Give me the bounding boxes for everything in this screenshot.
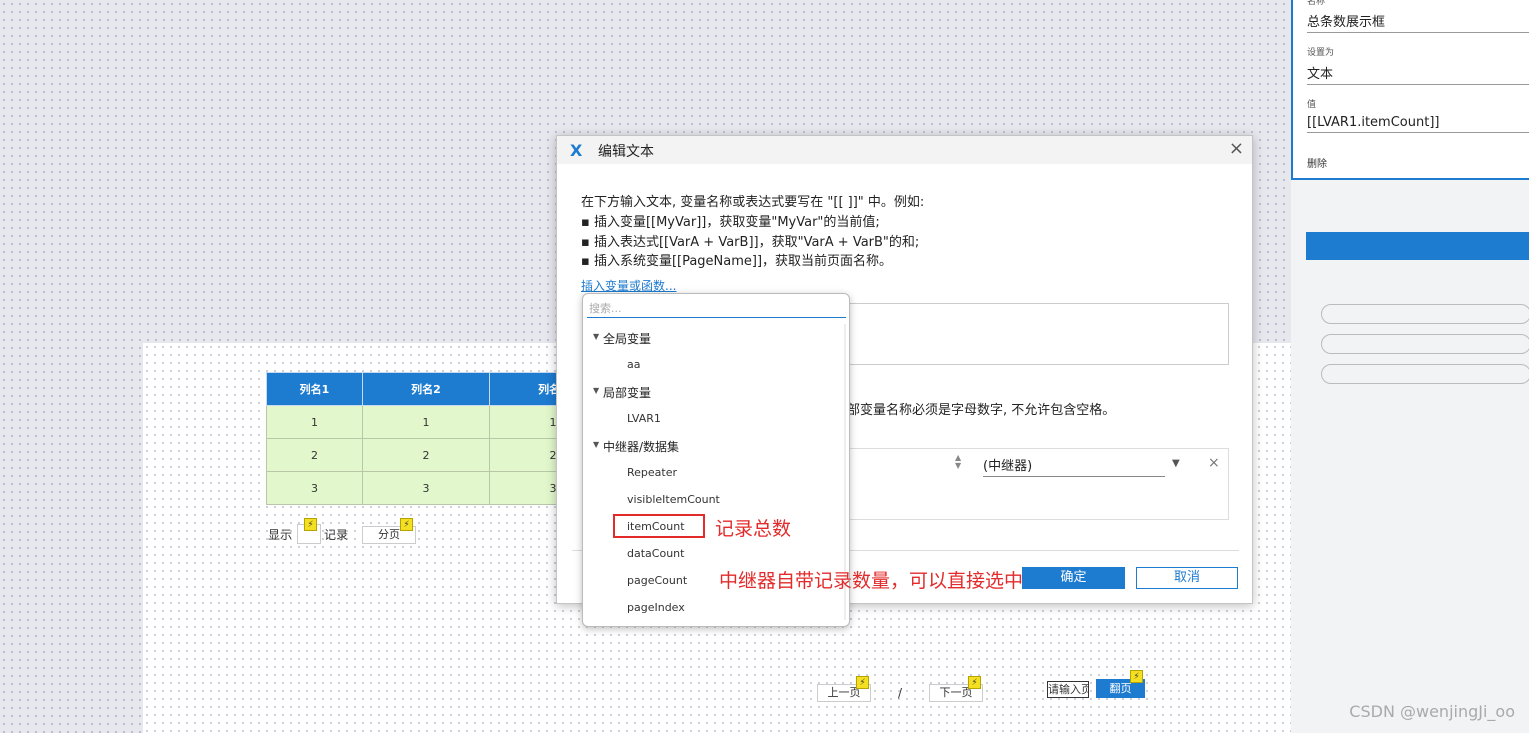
set-text-action-card[interactable]: 名称 总条数展示框 设置为 文本 值 [[LVAR1.itemCount]] 删…: [1291, 0, 1529, 180]
instruction-line: 在下方输入文本, 变量名称或表达式要写在 "[[ ]]" 中。例如:: [581, 195, 925, 210]
local-variable-note: 部变量名称必须是字母数字, 不允许包含空格。: [847, 403, 1116, 418]
table-cell: 3: [362, 471, 490, 505]
value-label: 值: [1307, 100, 1317, 110]
annotation-repeater-note: 中继器自带记录数量，可以直接选中: [719, 570, 1024, 592]
spin-arrows-icon[interactable]: ▲ ▼: [955, 454, 961, 470]
table-cell: 3: [266, 471, 363, 505]
tree-item[interactable]: pageIndex: [627, 601, 685, 614]
tree-group-local[interactable]: ▼ 局部变量: [593, 384, 652, 401]
page-number-input[interactable]: 请输入页: [1047, 681, 1089, 698]
annotation-record-total: 记录总数: [715, 518, 792, 540]
watermark: CSDN @wenjingJi_oo: [1349, 702, 1515, 721]
table-cell: 2: [266, 438, 363, 472]
dialog-title: 编辑文本: [598, 144, 654, 160]
right-properties-panel: 名称 总条数展示框 设置为 文本 值 [[LVAR1.itemCount]] 删…: [1291, 0, 1529, 733]
search-input[interactable]: [587, 300, 846, 318]
set-as-label: 设置为: [1307, 48, 1335, 58]
instruction-line: ▪ 插入表达式[[VarA + VarB]]，获取"VarA + VarB"的和…: [581, 235, 920, 250]
option-pill[interactable]: [1321, 334, 1529, 354]
tree-item[interactable]: visibleItemCount: [627, 493, 720, 506]
record-label: 记录: [324, 528, 349, 542]
chevron-down-icon[interactable]: ▼: [1172, 458, 1180, 469]
tree-group-label: 局部变量: [603, 386, 652, 400]
close-icon[interactable]: ×: [1208, 455, 1220, 471]
tree-item[interactable]: LVAR1: [627, 412, 661, 425]
lightning-icon: ⚡: [1130, 670, 1143, 683]
caret-down-icon: ▼: [593, 332, 600, 341]
close-icon[interactable]: ×: [1229, 138, 1244, 159]
tree-group-label: 中继器/数据集: [603, 440, 680, 454]
tree-item[interactable]: Repeater: [627, 466, 677, 479]
axure-logo-icon: X: [570, 141, 583, 160]
delete-link[interactable]: 删除: [1307, 155, 1327, 170]
insert-variable-link[interactable]: 插入变量或函数...: [581, 277, 676, 294]
option-pill[interactable]: [1321, 364, 1529, 384]
tree-item[interactable]: dataCount: [627, 547, 684, 560]
tree-group-global[interactable]: ▼ 全局变量: [593, 330, 652, 347]
tree-group-label: 全局变量: [603, 332, 652, 346]
table-header-cell[interactable]: 列名2: [362, 372, 490, 406]
cancel-button[interactable]: 取消: [1136, 567, 1238, 589]
value-field[interactable]: [[LVAR1.itemCount]]: [1307, 115, 1529, 133]
highlight-box: [613, 514, 705, 538]
instruction-line: ▪ 插入系统变量[[PageName]]，获取当前页面名称。: [581, 254, 893, 269]
show-label: 显示: [268, 528, 293, 542]
text-editor-area[interactable]: [847, 303, 1229, 365]
repeater-select[interactable]: (中继器): [983, 455, 1165, 477]
table-cell: 2: [362, 438, 490, 472]
caret-down-icon: ▼: [593, 386, 600, 395]
lightning-icon: ⚡: [968, 676, 981, 689]
lightning-icon: ⚡: [304, 518, 317, 531]
table-header-cell[interactable]: 列名1: [266, 372, 363, 406]
primary-action-bar[interactable]: [1306, 232, 1529, 260]
tree-group-repeater[interactable]: ▼ 中继器/数据集: [593, 438, 680, 455]
tree-item[interactable]: pageCount: [627, 574, 687, 587]
name-field[interactable]: 总条数展示框: [1307, 11, 1529, 33]
instruction-line: ▪ 插入变量[[MyVar]]，获取变量"MyVar"的当前值;: [581, 215, 880, 230]
lightning-icon: ⚡: [856, 676, 869, 689]
page-separator: /: [898, 686, 903, 700]
dialog-header: X 编辑文本 ×: [557, 136, 1252, 164]
lightning-icon: ⚡: [400, 518, 413, 531]
table-cell: 1: [266, 405, 363, 439]
ok-button[interactable]: 确定: [1022, 567, 1125, 589]
table-cell: 1: [362, 405, 490, 439]
option-pill[interactable]: [1321, 304, 1529, 324]
set-as-field[interactable]: 文本: [1307, 63, 1529, 85]
name-label: 名称: [1307, 0, 1326, 7]
caret-down-icon: ▼: [593, 440, 600, 449]
tree-item[interactable]: aa: [627, 358, 640, 371]
